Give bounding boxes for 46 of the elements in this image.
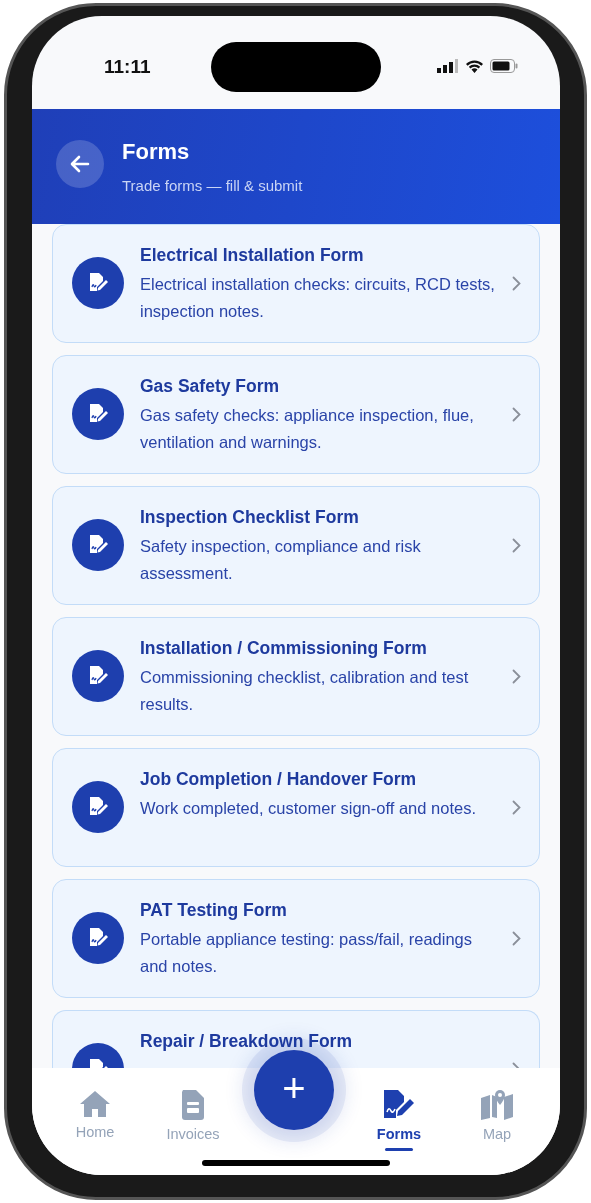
form-card[interactable]: Gas Safety Form Gas safety checks: appliance inspection, flue, ventilation and warnings. — [52, 355, 540, 474]
nav-tab[interactable]: Forms — [359, 1090, 439, 1151]
battery-icon — [490, 59, 518, 73]
status-time: 11:11 — [104, 56, 151, 78]
form-card[interactable]: Electrical Installation Form Electrical installation checks: circuits, RCD tests, inspection notes. — [52, 224, 540, 343]
form-card[interactable]: Job Completion / Handover Form Work completed, customer sign-off and notes. — [52, 748, 540, 867]
form-title: Electrical Installation Form — [140, 245, 365, 266]
wifi-icon — [465, 59, 484, 73]
form-icon — [72, 912, 124, 964]
back-button[interactable] — [56, 139, 104, 188]
signal-icon — [437, 59, 459, 73]
form-title: Installation / Commissioning Form — [140, 638, 428, 659]
form-card[interactable]: Repair / Breakdown Form — [52, 1010, 540, 1068]
chevron-icon — [512, 407, 521, 422]
form-description: Commissioning checklist, calibration and test results. — [140, 667, 470, 715]
document-icon — [181, 1090, 205, 1120]
form-title: Inspection Checklist Form — [140, 507, 360, 528]
form-icon — [72, 519, 124, 571]
form-icon — [72, 388, 124, 440]
form-title: Gas Safety Form — [140, 376, 281, 397]
chevron-icon — [512, 931, 521, 946]
form-icon — [72, 781, 124, 833]
add-button[interactable]: + — [254, 1050, 334, 1130]
form-title: Job Completion / Handover Form — [140, 769, 418, 790]
form-icon — [72, 650, 124, 702]
chevron-icon — [512, 669, 521, 684]
arrow-left-icon — [70, 154, 90, 173]
page-title: Forms — [122, 139, 191, 165]
home-icon — [79, 1090, 111, 1118]
form-description: Electrical installation checks: circuits, RCD tests, inspection notes. — [140, 274, 496, 322]
form-title: PAT Testing Form — [140, 900, 288, 921]
page-subtitle: Trade forms — fill & submit — [122, 177, 303, 194]
form-description: Work completed, customer sign-off and notes. — [140, 798, 477, 819]
form-description: Portable appliance testing: pass/fail, readings and notes. — [140, 929, 474, 977]
chevron-icon — [512, 538, 521, 553]
form-title: Repair / Breakdown Form — [140, 1031, 353, 1052]
form-card[interactable]: Installation / Commissioning Form Commissioning checklist, calibration and test results. — [52, 617, 540, 736]
chevron-icon — [512, 276, 521, 291]
form-description: Safety inspection, compliance and risk assessment. — [140, 536, 422, 584]
form-icon — [72, 257, 124, 309]
map-icon — [481, 1090, 513, 1120]
form-description: Gas safety checks: appliance inspection, flue, ventilation and warnings. — [140, 405, 475, 453]
form-card[interactable]: Inspection Checklist Form Safety inspection, compliance and risk assessment. — [52, 486, 540, 605]
chevron-icon — [512, 800, 521, 815]
form-card[interactable]: PAT Testing Form Portable appliance testing: pass/fail, readings and notes. — [52, 879, 540, 998]
form-icon — [382, 1090, 416, 1120]
